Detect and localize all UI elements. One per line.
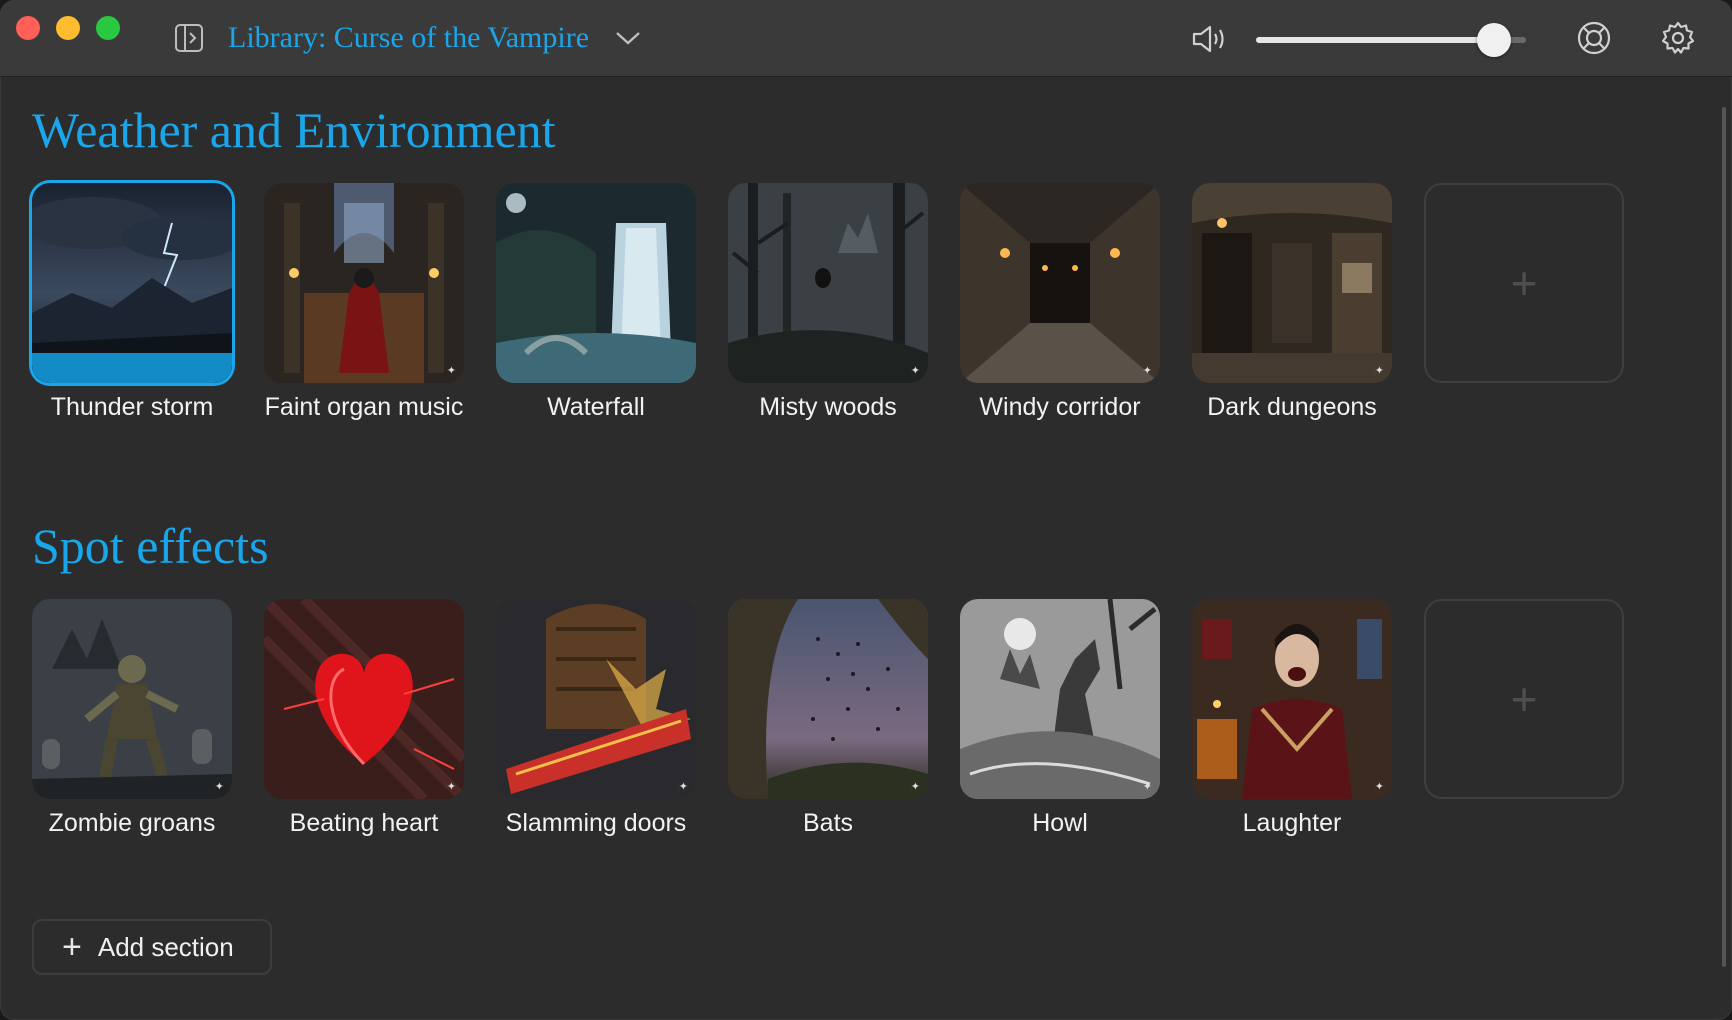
sound-tile-bats[interactable]: ✦ Bats <box>728 599 928 838</box>
tile-thumbnail <box>496 183 696 383</box>
sparkle-icon: ✦ <box>1142 365 1152 377</box>
sparkle-icon: ✦ <box>678 781 688 793</box>
plus-icon: + <box>1510 257 1538 309</box>
volume-slider-fill <box>1256 37 1494 43</box>
minimize-window-button[interactable] <box>56 16 80 40</box>
speaker-icon[interactable] <box>1190 22 1230 56</box>
tile-thumbnail: ✦ <box>960 599 1160 799</box>
tile-thumbnail <box>32 183 232 383</box>
tile-thumbnail: ✦ <box>1192 599 1392 799</box>
tile-label: Windy corridor <box>979 393 1141 421</box>
sound-tile-laughter[interactable]: ✦ Laughter <box>1192 599 1392 838</box>
sound-tile-dark-dungeons[interactable]: ✦ Dark dungeons <box>1192 183 1392 422</box>
sparkle-icon: ✦ <box>1142 781 1152 793</box>
tile-label: Bats <box>802 809 854 837</box>
tile-label: Waterfall <box>547 393 645 421</box>
tile-label: Slamming doors <box>505 809 687 837</box>
sound-tile-waterfall[interactable]: Waterfall <box>496 183 696 422</box>
tile-thumbnail: ✦ <box>496 599 696 799</box>
sound-tile-misty-woods[interactable]: ✦ Misty woods <box>728 183 928 422</box>
playback-progress-bar <box>32 353 232 383</box>
library-title[interactable]: Library: Curse of the Vampire <box>228 18 589 58</box>
close-window-button[interactable] <box>16 16 40 40</box>
sparkle-icon: ✦ <box>1374 781 1384 793</box>
tile-thumbnail: ✦ <box>264 599 464 799</box>
sound-tile-zombie-groans[interactable]: ✦ Zombie groans <box>32 599 232 838</box>
sidebar-toggle-icon[interactable] <box>174 23 204 53</box>
tile-thumbnail: ✦ <box>728 599 928 799</box>
sparkle-icon: ✦ <box>1374 365 1384 377</box>
sound-tile-windy-corridor[interactable]: ✦ Windy corridor <box>960 183 1160 422</box>
sound-tile-slamming-doors[interactable]: ✦ Slamming doors <box>496 599 696 838</box>
gear-icon[interactable] <box>1660 20 1696 56</box>
volume-slider-thumb[interactable] <box>1476 23 1511 57</box>
tile-label: Zombie groans <box>48 809 216 837</box>
tile-thumbnail: ✦ <box>264 183 464 383</box>
tile-label: Dark dungeons <box>1207 393 1377 421</box>
tile-thumbnail: ✦ <box>32 599 232 799</box>
plus-icon: + <box>62 928 82 966</box>
sound-tile-thunder-storm[interactable]: Thunder storm <box>32 183 232 422</box>
add-section-button[interactable]: + Add section <box>32 919 272 975</box>
lifebuoy-icon[interactable] <box>1576 20 1612 56</box>
section-title-spot-effects: Spot effects <box>32 518 269 574</box>
title-bar: Library: Curse of the Vampire <box>0 0 1732 77</box>
zoom-window-button[interactable] <box>96 16 120 40</box>
tile-thumbnail: ✦ <box>728 183 928 383</box>
sparkle-icon: ✦ <box>446 781 456 793</box>
tile-label: Faint organ music <box>264 393 464 421</box>
add-tile-box[interactable]: + <box>1424 599 1624 799</box>
section-title-weather: Weather and Environment <box>32 102 556 158</box>
volume-slider[interactable] <box>1256 23 1526 57</box>
plus-icon: + <box>1510 673 1538 725</box>
tile-label: Thunder storm <box>50 393 214 421</box>
tile-label: Howl <box>1032 809 1088 837</box>
library-content: Weather and Environment Thunder storm ✦ … <box>0 77 1732 1020</box>
sparkle-icon: ✦ <box>910 781 920 793</box>
tile-label: Misty woods <box>759 393 897 421</box>
sound-tile-howl[interactable]: ✦ Howl <box>960 599 1160 838</box>
tile-thumbnail: ✦ <box>1192 183 1392 383</box>
sound-tile-faint-organ-music[interactable]: ✦ Faint organ music <box>264 183 464 422</box>
app-window: Library: Curse of the Vampire Weather an… <box>0 0 1732 1020</box>
sparkle-icon: ✦ <box>214 781 224 793</box>
section-tiles-spot-effects: ✦ Zombie groans ✦ Beating heart ✦ Slammi… <box>32 599 1624 838</box>
tile-label: Beating heart <box>289 809 439 837</box>
tile-label: Laughter <box>1242 809 1342 837</box>
chevron-down-icon[interactable] <box>614 28 642 48</box>
add-sound-tile-weather[interactable]: + <box>1424 183 1624 422</box>
add-tile-box[interactable]: + <box>1424 183 1624 383</box>
add-sound-tile-spot-effects[interactable]: + <box>1424 599 1624 838</box>
sparkle-icon: ✦ <box>910 365 920 377</box>
section-tiles-weather: Thunder storm ✦ Faint organ music Waterf… <box>32 183 1624 422</box>
tile-thumbnail: ✦ <box>960 183 1160 383</box>
sparkle-icon: ✦ <box>446 365 456 377</box>
sound-tile-beating-heart[interactable]: ✦ Beating heart <box>264 599 464 838</box>
vertical-scrollbar[interactable] <box>1722 107 1726 967</box>
add-section-label: Add section <box>97 931 234 962</box>
